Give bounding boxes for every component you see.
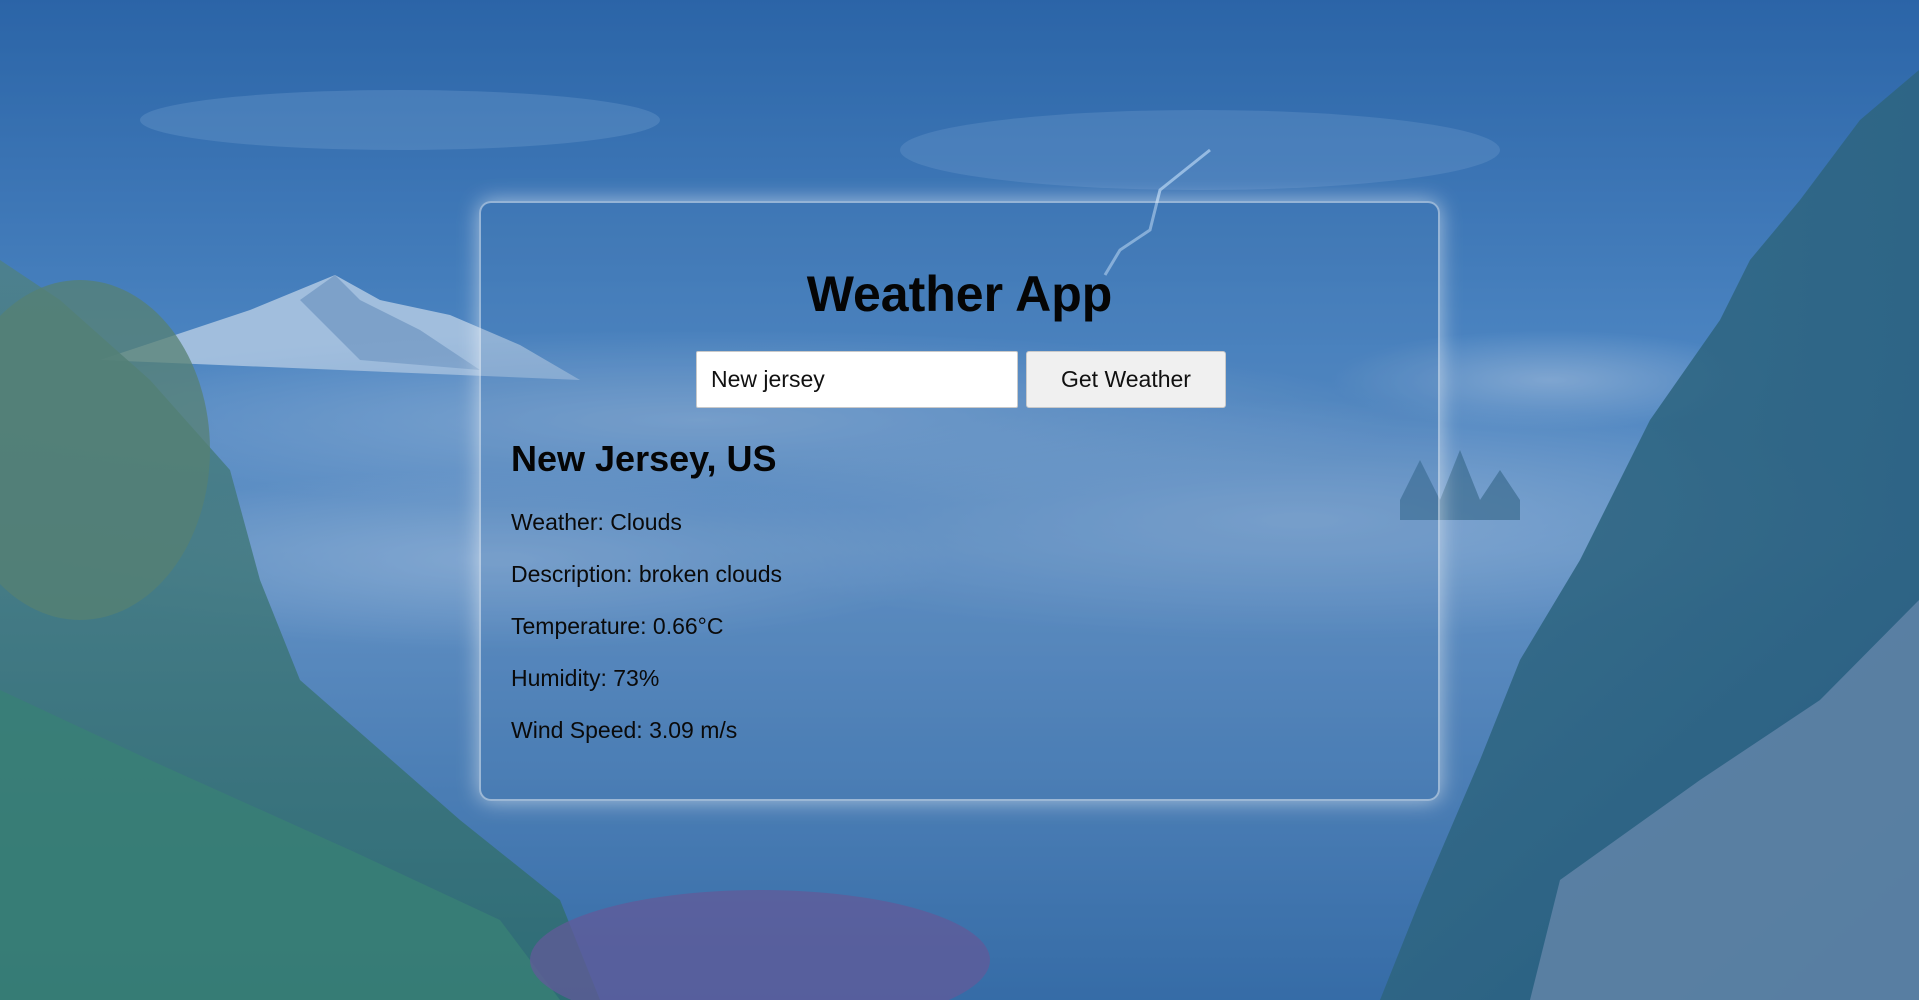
temperature-value: Temperature: 0.66°C (511, 613, 724, 639)
weather-result: New Jersey, US Weather: Clouds Descripti… (511, 438, 782, 770)
city-search-input[interactable] (696, 351, 1018, 408)
app-title: Weather App (806, 266, 1113, 322)
weather-description: Description: broken clouds (511, 561, 783, 587)
page-background: Weather App Get Weather New Jersey, US W… (0, 0, 1919, 1000)
weather-card: Weather App Get Weather New Jersey, US W… (479, 201, 1440, 801)
wind-speed-value: Wind Speed: 3.09 m/s (511, 717, 738, 743)
humidity-value: Humidity: 73% (511, 665, 660, 691)
search-row: Get Weather (696, 351, 1226, 408)
weather-condition: Weather: Clouds (511, 509, 682, 535)
location-heading: New Jersey, US (511, 438, 777, 479)
get-weather-button[interactable]: Get Weather (1026, 351, 1226, 408)
